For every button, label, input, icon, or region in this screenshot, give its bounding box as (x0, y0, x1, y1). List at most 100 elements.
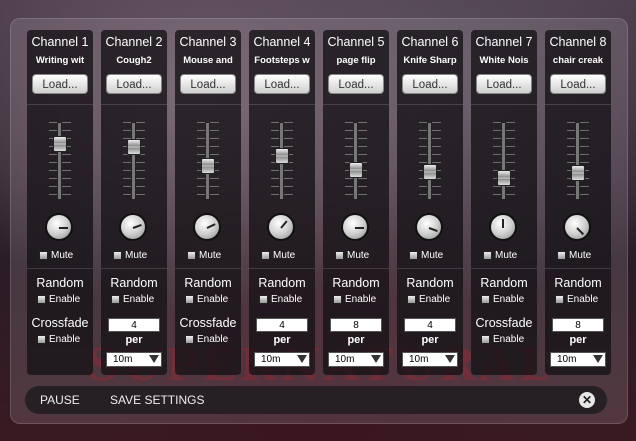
pan-knob[interactable] (193, 213, 221, 241)
divider (397, 268, 463, 269)
checkbox-icon (335, 250, 344, 260)
repeat-count-input[interactable]: 8 (330, 318, 382, 332)
channel-title: Channel 8 (549, 35, 607, 49)
knob-indicator (576, 227, 585, 236)
divider (175, 104, 241, 105)
pause-button[interactable]: PAUSE (40, 393, 80, 407)
divider (545, 268, 611, 269)
channel-strip: Channel 3 Mouse and Load... Mute Random … (175, 30, 241, 375)
per-label: per (273, 334, 291, 346)
knob-indicator (59, 227, 68, 229)
repeat-count-input[interactable]: 4 (404, 318, 456, 332)
pan-knob[interactable] (267, 213, 295, 241)
close-icon[interactable]: ✕ (579, 392, 595, 408)
channel-title: Channel 4 (253, 35, 311, 49)
random-enable-checkbox[interactable]: Enable (185, 294, 228, 305)
checkbox-icon (187, 250, 196, 260)
channel-filename: chair creak (552, 55, 604, 66)
channel-filename: Mouse and (183, 55, 233, 66)
checkbox-icon (407, 294, 416, 304)
divider (471, 104, 537, 105)
interval-select[interactable]: 10m (106, 352, 162, 367)
volume-slider-track[interactable] (57, 122, 62, 200)
mute-checkbox[interactable]: Mute (557, 250, 591, 261)
mute-checkbox[interactable]: Mute (187, 250, 221, 261)
volume-slider-thumb[interactable] (571, 165, 585, 182)
load-button[interactable]: Load... (180, 74, 236, 94)
volume-slider-thumb[interactable] (497, 170, 511, 187)
channel-filename: Knife Sharp (403, 55, 457, 66)
crossfade-enable-checkbox[interactable]: Enable (185, 334, 228, 345)
pan-knob[interactable] (563, 213, 591, 241)
mute-checkbox[interactable]: Mute (113, 250, 147, 261)
per-label: per (347, 334, 365, 346)
volume-slider-thumb[interactable] (201, 157, 215, 174)
random-label: Random (406, 276, 454, 290)
pan-knob[interactable] (341, 213, 369, 241)
volume-slider-track[interactable] (575, 122, 580, 200)
repeat-count-input[interactable]: 4 (256, 318, 308, 332)
interval-select[interactable]: 10m (254, 352, 310, 367)
random-label: Random (480, 276, 528, 290)
channel-strip: Channel 2 Cough2 Load... Mute Random Ena… (101, 30, 167, 375)
channel-filename: White Nois (479, 55, 529, 66)
load-button[interactable]: Load... (402, 74, 458, 94)
random-enable-checkbox[interactable]: Enable (37, 294, 80, 305)
repeat-count-input[interactable]: 8 (552, 318, 604, 332)
checkbox-icon (113, 250, 122, 260)
pan-knob[interactable] (415, 213, 443, 241)
random-label: Random (110, 276, 158, 290)
knob-indicator (502, 219, 504, 228)
crossfade-label: Crossfade (475, 316, 533, 330)
checkbox-icon (481, 294, 490, 304)
crossfade-enable-checkbox[interactable]: Enable (481, 334, 524, 345)
save-settings-button[interactable]: SAVE SETTINGS (110, 393, 204, 407)
chevron-down-icon (593, 355, 603, 363)
repeat-count-input[interactable]: 4 (108, 318, 160, 332)
volume-slider-thumb[interactable] (423, 164, 437, 181)
mute-checkbox[interactable]: Mute (335, 250, 369, 261)
volume-slider-thumb[interactable] (127, 139, 141, 156)
channel-title: Channel 6 (401, 35, 459, 49)
channel-strip: Channel 4 Footsteps w Load... Mute Rando… (249, 30, 315, 375)
volume-slider-track[interactable] (501, 122, 506, 200)
checkbox-icon (557, 250, 566, 260)
per-label: per (125, 334, 143, 346)
mute-checkbox[interactable]: Mute (39, 250, 73, 261)
checkbox-icon (409, 250, 418, 260)
mute-checkbox[interactable]: Mute (409, 250, 443, 261)
random-enable-checkbox[interactable]: Enable (259, 294, 302, 305)
random-enable-checkbox[interactable]: Enable (481, 294, 524, 305)
volume-slider-track[interactable] (353, 122, 358, 200)
knob-indicator (132, 223, 142, 229)
checkbox-icon (185, 294, 194, 304)
load-button[interactable]: Load... (550, 74, 606, 94)
pan-knob[interactable] (119, 213, 147, 241)
interval-select[interactable]: 10m (328, 352, 384, 367)
mute-checkbox[interactable]: Mute (261, 250, 295, 261)
mute-checkbox[interactable]: Mute (483, 250, 517, 261)
volume-slider-track[interactable] (131, 122, 136, 200)
pan-knob[interactable] (45, 213, 73, 241)
load-button[interactable]: Load... (32, 74, 88, 94)
volume-slider-track[interactable] (427, 122, 432, 200)
random-enable-checkbox[interactable]: Enable (555, 294, 598, 305)
load-button[interactable]: Load... (328, 74, 384, 94)
load-button[interactable]: Load... (254, 74, 310, 94)
crossfade-enable-checkbox[interactable]: Enable (37, 334, 80, 345)
random-enable-checkbox[interactable]: Enable (111, 294, 154, 305)
load-button[interactable]: Load... (106, 74, 162, 94)
load-button[interactable]: Load... (476, 74, 532, 94)
random-label: Random (258, 276, 306, 290)
interval-select[interactable]: 10m (402, 352, 458, 367)
volume-slider-thumb[interactable] (275, 148, 289, 165)
pan-knob[interactable] (489, 213, 517, 241)
interval-select[interactable]: 10m (550, 352, 606, 367)
channel-strip: Channel 1 Writing wit Load... Mute Rando… (27, 30, 93, 375)
random-enable-checkbox[interactable]: Enable (333, 294, 376, 305)
checkbox-icon (333, 294, 342, 304)
random-enable-checkbox[interactable]: Enable (407, 294, 450, 305)
channel-title: Channel 1 (31, 35, 89, 49)
volume-slider-thumb[interactable] (53, 135, 67, 152)
volume-slider-thumb[interactable] (349, 162, 363, 179)
